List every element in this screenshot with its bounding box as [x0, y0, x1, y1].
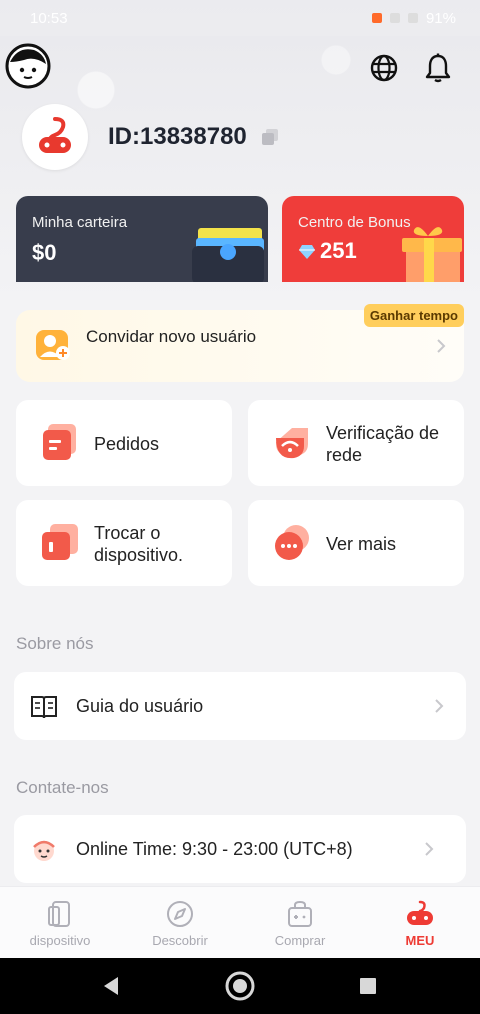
status-icons: 91% — [371, 9, 456, 27]
bottom-tab-bar: dispositivo Descobrir Comprar MEU — [0, 886, 480, 958]
app-logo — [22, 104, 88, 170]
book-icon — [31, 696, 57, 719]
wallet-label: Minha carteira — [32, 214, 128, 231]
shopping-bag-icon — [288, 900, 312, 927]
chevron-right-icon — [437, 339, 446, 353]
about-section-title: Sobre nós — [16, 634, 94, 653]
orders-label: Pedidos — [94, 434, 160, 454]
change-device-icon — [42, 524, 78, 560]
invite-user-icon — [36, 330, 70, 360]
earn-time-badge: Ganhar tempo — [363, 304, 464, 327]
game-controller-icon — [407, 900, 433, 925]
orders-icon — [43, 424, 76, 460]
online-time-label: Online Time: 9:30 - 23:00 (UTC+8) — [76, 839, 353, 859]
gift-icon — [402, 227, 462, 282]
user-guide-row[interactable]: Guia do usuário — [14, 672, 466, 740]
bonus-center-card[interactable]: Centro de Bonus 251 — [282, 196, 464, 282]
see-more-label: Ver mais — [326, 534, 397, 554]
home-icon[interactable] — [224, 970, 256, 1002]
battery-level: 91% — [425, 9, 456, 27]
tab-device[interactable]: dispositivo — [0, 887, 120, 959]
tab-discover-label: Descobrir — [152, 933, 208, 948]
recents-icon[interactable] — [352, 970, 384, 1002]
tab-device-label: dispositivo — [29, 933, 91, 948]
chevron-right-icon — [425, 842, 434, 856]
tab-me[interactable]: MEU — [360, 887, 480, 959]
profile-avatar-icon[interactable] — [4, 42, 52, 90]
status-bar: 10:53 91% — [0, 0, 480, 36]
top-bar — [0, 42, 480, 94]
wallet-card[interactable]: Minha carteira $0 — [16, 196, 268, 282]
contact-section-title: Contate-nos — [16, 778, 109, 797]
tab-buy-label: Comprar — [274, 933, 326, 948]
network-check-label: Verificação de rede — [326, 423, 440, 465]
see-more-tile[interactable]: Ver mais — [248, 500, 464, 586]
globe-icon[interactable] — [368, 52, 400, 84]
tab-me-label: MEU — [405, 933, 435, 948]
bonus-amount: 251 — [320, 238, 357, 263]
chevron-right-icon — [435, 699, 444, 713]
change-device-label: Trocar o dispositivo. — [94, 523, 184, 565]
notification-icon — [371, 13, 382, 23]
invite-label: Convidar novo usuário — [86, 327, 257, 346]
signal-icon — [407, 13, 418, 23]
compass-icon — [167, 901, 193, 927]
online-time-row[interactable]: Online Time: 9:30 - 23:00 (UTC+8) — [14, 815, 466, 883]
bell-icon[interactable] — [422, 52, 454, 84]
support-avatar-icon — [33, 840, 55, 861]
wallet-icon — [192, 228, 264, 282]
tab-buy[interactable]: Comprar — [240, 887, 360, 959]
network-check-icon — [276, 428, 308, 459]
copy-icon[interactable] — [261, 128, 279, 146]
profile-header: ID:13838780 — [22, 104, 279, 170]
change-device-tile[interactable]: Trocar o dispositivo. — [16, 500, 232, 586]
orders-tile[interactable]: Pedidos — [16, 400, 232, 486]
status-time: 10:53 — [30, 9, 68, 27]
tab-discover[interactable]: Descobrir — [120, 887, 240, 959]
user-id: ID:13838780 — [108, 123, 247, 150]
game-controller-logo-icon — [39, 117, 71, 153]
device-icon — [48, 901, 70, 927]
network-check-tile[interactable]: Verificação de rede — [248, 400, 464, 486]
back-icon[interactable] — [96, 970, 128, 1002]
more-dots-icon — [275, 525, 309, 560]
invite-user-banner[interactable]: Convidar novo usuário Ganhar tempo — [16, 304, 464, 382]
wallet-amount: $0 — [32, 240, 57, 265]
wifi-icon — [389, 13, 400, 23]
user-guide-label: Guia do usuário — [76, 696, 204, 716]
diamond-icon — [299, 245, 315, 259]
system-navigation-bar — [0, 958, 480, 1014]
